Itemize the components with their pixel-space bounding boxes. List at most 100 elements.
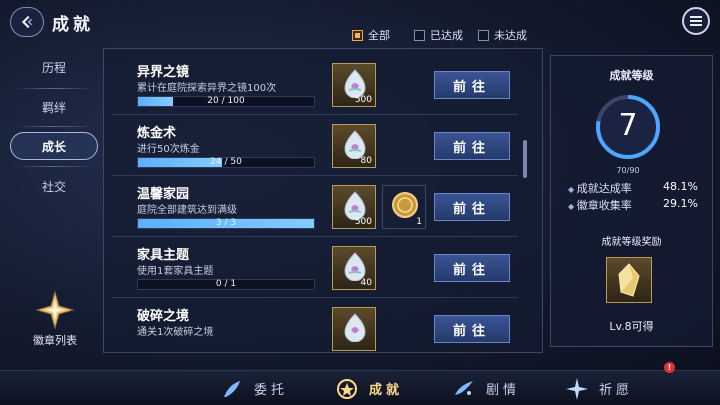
checkbox-icon: [414, 29, 425, 41]
checkbox-icon: [352, 29, 363, 41]
filter-label: 全部: [368, 29, 390, 42]
level-title: 成就等级: [609, 69, 654, 82]
tab-label: 祈愿: [599, 383, 634, 398]
reward-item[interactable]: 40: [332, 246, 376, 290]
back-button[interactable]: [10, 7, 44, 37]
level-reward-title: 成就等级奖励: [601, 237, 662, 248]
nav-label: 历程: [41, 60, 66, 75]
nav-item-bond[interactable]: 羁绊: [10, 93, 98, 121]
reward-count: 40: [360, 278, 372, 288]
nav-divider: [14, 126, 94, 127]
go-button[interactable]: 前往: [434, 315, 510, 343]
back-arrow-icon: [21, 15, 33, 29]
reward-count: 500: [354, 217, 372, 227]
achievement-desc: 庭院全部建筑达到满级: [137, 205, 237, 216]
nav-label: 羁绊: [41, 100, 66, 115]
tab-label: 成就: [369, 383, 404, 398]
stat-label: 成就达成率: [568, 180, 632, 196]
wave-icon: [455, 380, 473, 395]
achievement-name: 破碎之境: [137, 309, 190, 324]
filter-all[interactable]: 全部: [352, 28, 390, 42]
reward-item[interactable]: 500: [332, 185, 376, 229]
menu-button[interactable]: [682, 7, 710, 35]
star-burst-icon: [566, 377, 588, 400]
achievement-list[interactable]: 异界之镜 累计在庭院探索异界之镜100次 20 / 100 500 前往 炼金术…: [103, 48, 543, 353]
achievement-desc: 使用1套家具主题: [137, 266, 214, 277]
reward-item[interactable]: 1: [382, 185, 426, 229]
filter-label: 未达成: [494, 29, 527, 42]
reward-count: 1: [416, 217, 422, 227]
reward-item[interactable]: 500: [332, 63, 376, 107]
tab-story[interactable]: 剧情: [452, 371, 520, 405]
crystal-icon: [344, 191, 366, 220]
achievement-row: 破碎之境 通关1次破碎之境 前往: [112, 301, 518, 352]
nav-label: 社交: [41, 179, 66, 194]
page-title: 成就: [52, 15, 94, 35]
scrollbar[interactable]: [523, 140, 527, 178]
tab-commission[interactable]: 委托: [220, 371, 288, 405]
tab-label: 剧情: [486, 383, 521, 398]
achievement-row: 温馨家园 庭院全部建筑达到满级 3 / 3 500 1 前往: [112, 179, 518, 237]
tab-achievement[interactable]: 成就: [306, 371, 448, 405]
bottom-tab-bar: 委托 成就 剧情 祈愿: [0, 370, 720, 405]
level-reward-hint: Lv.8可得: [609, 320, 654, 333]
menu-icon: [690, 16, 702, 26]
stat-label: 徽章收集率: [568, 197, 632, 213]
medal-icon: [337, 378, 357, 399]
reward-item[interactable]: [332, 307, 376, 351]
progress-text: 24 / 50: [210, 157, 242, 167]
nav-label: 成长: [41, 139, 66, 154]
achievement-desc: 通关1次破碎之境: [137, 327, 214, 338]
nav-divider: [14, 166, 94, 167]
achievement-row: 异界之镜 累计在庭院探索异界之镜100次 20 / 100 500 前往: [112, 57, 518, 115]
achievement-desc: 累计在庭院探索异界之镜100次: [137, 83, 277, 94]
achievement-name: 异界之镜: [137, 65, 190, 80]
coin-icon: [392, 192, 418, 218]
tab-wish[interactable]: 祈愿: [565, 371, 633, 405]
progress-bar: 24 / 50: [137, 157, 315, 168]
filter-achieved[interactable]: 已达成: [414, 28, 463, 42]
tab-label: 委托: [254, 383, 289, 398]
nav-item-growth[interactable]: 成长: [10, 132, 98, 160]
gem-shard-icon: [618, 263, 640, 297]
crystal-icon: [344, 252, 366, 281]
achievement-name: 炼金术: [137, 126, 177, 141]
reward-count: 500: [354, 95, 372, 105]
level-exp: 70/90: [616, 166, 640, 175]
progress-bar: 0 / 1: [137, 279, 315, 290]
filter-label: 已达成: [430, 29, 463, 42]
achievement-name: 温馨家园: [137, 187, 190, 202]
achievement-desc: 进行50次炼金: [137, 144, 200, 155]
level-reward-item[interactable]: [606, 257, 652, 303]
reward-item[interactable]: 80: [332, 124, 376, 168]
compass-star-icon: [35, 290, 75, 330]
achievement-name: 家具主题: [137, 248, 190, 263]
achievement-row: 家具主题 使用1套家具主题 0 / 1 40 前往: [112, 240, 518, 298]
level-number: 7: [618, 108, 638, 143]
progress-bar: 20 / 100: [137, 96, 315, 107]
achievement-row: 炼金术 进行50次炼金 24 / 50 80 前往: [112, 118, 518, 176]
go-button[interactable]: 前往: [434, 71, 510, 99]
nav-item-history[interactable]: 历程: [10, 53, 98, 81]
notification-alert-icon: !: [664, 362, 675, 373]
crystal-icon: [344, 130, 366, 159]
nav-item-social[interactable]: 社交: [10, 172, 98, 200]
badge-list-label: 徽章列表: [33, 334, 77, 347]
feather-icon: [224, 380, 240, 397]
progress-bar: 3 / 3: [137, 218, 315, 229]
badge-list-button[interactable]: 徽章列表: [20, 290, 90, 350]
go-button[interactable]: 前往: [434, 193, 510, 221]
go-button[interactable]: 前往: [434, 132, 510, 160]
progress-text: 3 / 3: [215, 218, 237, 228]
stat-value: 29.1%: [663, 197, 698, 210]
go-button[interactable]: 前往: [434, 254, 510, 282]
nav-divider: [14, 88, 94, 89]
reward-count: 80: [360, 156, 372, 166]
stat-achievement-rate: 成就达成率 48.1%: [568, 180, 698, 196]
filter-unachieved[interactable]: 未达成: [478, 28, 527, 42]
stat-badge-rate: 徽章收集率 29.1%: [568, 197, 698, 213]
progress-text: 0 / 1: [215, 279, 237, 289]
progress-text: 20 / 100: [207, 96, 245, 106]
stat-value: 48.1%: [663, 180, 698, 193]
crystal-icon: [344, 69, 366, 98]
